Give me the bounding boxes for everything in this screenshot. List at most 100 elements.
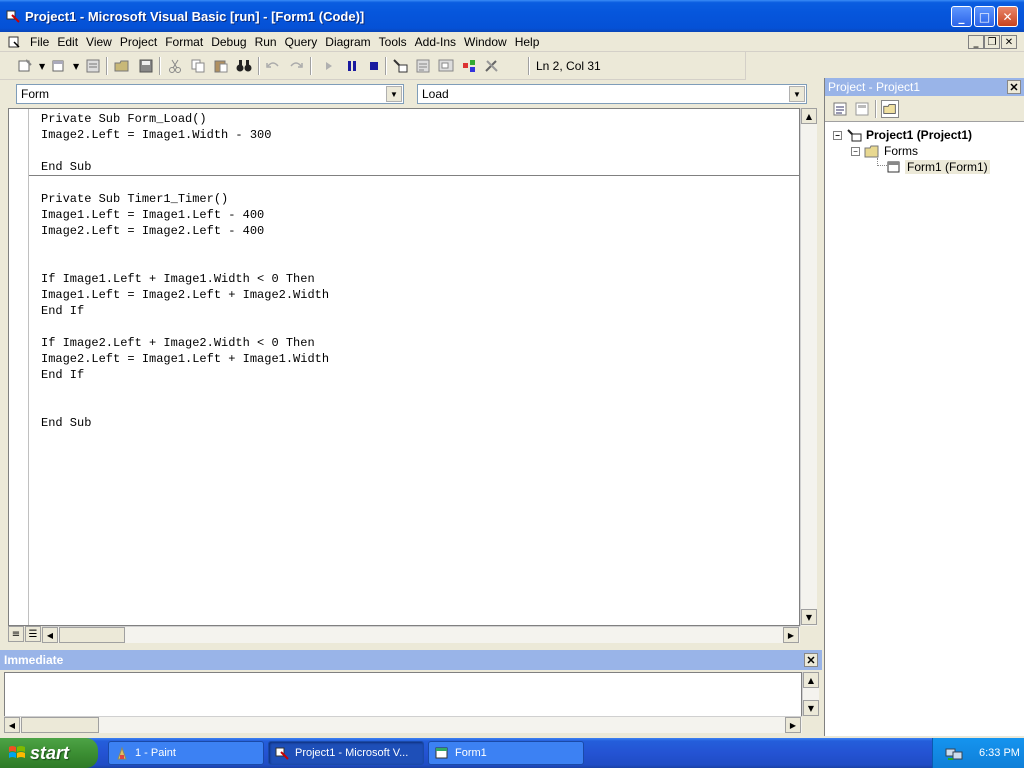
title-bar[interactable]: Project1 - Microsoft Visual Basic [run] … <box>0 0 1024 32</box>
find-binoculars-icon[interactable] <box>235 57 253 75</box>
code-line[interactable]: Image2.Left = Image1.Left + Image1.Width <box>41 351 329 367</box>
start-label: start <box>30 742 70 763</box>
menu-debug[interactable]: Debug <box>207 35 250 49</box>
code-line[interactable]: End If <box>41 367 84 383</box>
properties-window-icon[interactable] <box>414 57 432 75</box>
full-module-view-icon[interactable]: ☰ <box>25 626 41 642</box>
cut-icon[interactable] <box>166 57 184 75</box>
tree-form1-node[interactable]: Form1 (Form1) <box>887 160 990 174</box>
menu-run[interactable]: Run <box>251 35 281 49</box>
menu-help[interactable]: Help <box>511 35 544 49</box>
mdi-minimize-button[interactable]: _ <box>968 35 984 49</box>
copy-icon[interactable] <box>189 57 207 75</box>
open-folder-icon[interactable] <box>113 57 131 75</box>
scroll-left-icon[interactable]: ◀ <box>42 627 58 643</box>
code-line[interactable]: Image2.Left = Image2.Left - 400 <box>41 223 264 239</box>
pause-icon[interactable] <box>343 57 361 75</box>
scroll-right-icon[interactable]: ▶ <box>785 717 801 733</box>
maximize-button[interactable]: □ <box>974 6 995 27</box>
scroll-thumb[interactable] <box>21 717 99 733</box>
code-line[interactable]: Image1.Left = Image1.Left - 400 <box>41 207 264 223</box>
chevron-down-icon[interactable]: ▼ <box>386 86 402 102</box>
tree-connector <box>877 158 887 166</box>
scroll-up-icon[interactable]: ▲ <box>801 108 817 124</box>
scroll-thumb[interactable] <box>59 627 125 643</box>
menu-view[interactable]: View <box>82 35 116 49</box>
taskbar-button-paint[interactable]: 1 - Paint <box>108 741 264 765</box>
menu-editor-icon[interactable] <box>84 57 102 75</box>
tree-project-node[interactable]: − Project1 (Project1) <box>833 128 972 142</box>
chevron-down-icon[interactable]: ▼ <box>789 86 805 102</box>
paste-icon[interactable] <box>212 57 230 75</box>
start-button[interactable]: start <box>0 738 98 768</box>
menu-window[interactable]: Window <box>460 35 511 49</box>
immediate-header[interactable]: Immediate ✕ <box>0 650 822 670</box>
scroll-left-icon[interactable]: ◀ <box>4 717 20 733</box>
code-editor[interactable]: Private Sub Form_Load() Image2.Left = Im… <box>8 108 800 626</box>
save-icon[interactable] <box>137 57 155 75</box>
code-line[interactable]: Private Sub Timer1_Timer() <box>41 191 228 207</box>
scroll-up-icon[interactable]: ▲ <box>803 672 819 688</box>
view-object-icon[interactable] <box>853 100 871 118</box>
menu-file[interactable]: File <box>26 35 53 49</box>
toolbox-icon[interactable] <box>483 57 501 75</box>
menu-add-ins[interactable]: Add-Ins <box>411 35 460 49</box>
code-line[interactable]: End Sub <box>41 415 91 431</box>
minimize-button[interactable]: _ <box>951 6 972 27</box>
menu-format[interactable]: Format <box>161 35 207 49</box>
scroll-down-icon[interactable]: ▼ <box>803 700 819 716</box>
document-menu-icon[interactable] <box>8 36 20 48</box>
toggle-folders-icon[interactable] <box>881 100 899 118</box>
object-combo[interactable]: Form ▼ <box>16 84 404 104</box>
code-line[interactable]: End Sub <box>41 159 91 175</box>
clock[interactable]: 6:33 PM <box>979 747 1020 759</box>
close-icon[interactable]: ✕ <box>1007 80 1021 94</box>
run-start-icon[interactable] <box>320 57 338 75</box>
menu-diagram[interactable]: Diagram <box>321 35 374 49</box>
menu-project[interactable]: Project <box>116 35 161 49</box>
immediate-horizontal-scrollbar[interactable]: ◀ ▶ <box>4 716 802 733</box>
code-line[interactable]: Image1.Left = Image2.Left + Image2.Width <box>41 287 329 303</box>
scroll-down-icon[interactable]: ▼ <box>801 609 817 625</box>
dropdown-arrow-icon[interactable]: ▼ <box>39 62 45 71</box>
taskbar-button-vb[interactable]: Project1 - Microsoft V... <box>268 741 424 765</box>
taskbar-button-form1[interactable]: Form1 <box>428 741 584 765</box>
close-icon[interactable]: ✕ <box>804 653 818 667</box>
project-panel-header[interactable]: Project - Project1 ✕ <box>825 78 1024 96</box>
code-line[interactable]: If Image2.Left + Image2.Width < 0 Then <box>41 335 315 351</box>
collapse-icon[interactable]: − <box>851 146 860 156</box>
menu-tools[interactable]: Tools <box>375 35 411 49</box>
view-code-icon[interactable] <box>831 100 849 118</box>
collapse-icon[interactable]: − <box>833 130 842 140</box>
margin-indicator-bar[interactable] <box>9 109 29 625</box>
project-explorer-icon[interactable] <box>391 57 409 75</box>
code-line[interactable]: End If <box>41 303 84 319</box>
add-project-icon[interactable] <box>16 57 34 75</box>
code-line[interactable]: Image2.Left = Image1.Width - 300 <box>41 127 271 143</box>
network-icon[interactable] <box>945 745 963 761</box>
menu-query[interactable]: Query <box>281 35 322 49</box>
undo-icon[interactable] <box>264 57 282 75</box>
code-line[interactable]: If Image1.Left + Image1.Width < 0 Then <box>41 271 315 287</box>
code-vertical-scrollbar[interactable]: ▲ ▼ <box>800 108 817 626</box>
code-line[interactable]: Private Sub Form_Load() <box>41 111 207 127</box>
immediate-vertical-scrollbar[interactable]: ▲ ▼ <box>802 672 819 716</box>
mdi-close-button[interactable]: ✕ <box>1001 35 1017 49</box>
window-title: Project1 - Microsoft Visual Basic [run] … <box>25 8 365 24</box>
close-button[interactable]: ✕ <box>997 6 1018 27</box>
stop-icon[interactable] <box>365 57 383 75</box>
procedure-view-icon[interactable]: ≡ <box>8 626 24 642</box>
code-horizontal-scrollbar[interactable]: ◀ ▶ <box>42 626 800 643</box>
redo-icon[interactable] <box>287 57 305 75</box>
procedure-combo[interactable]: Load ▼ <box>417 84 807 104</box>
object-browser-icon[interactable] <box>460 57 478 75</box>
menu-edit[interactable]: Edit <box>53 35 82 49</box>
cursor-position-status: Ln 2, Col 31 <box>536 59 601 73</box>
scroll-right-icon[interactable]: ▶ <box>783 627 799 643</box>
add-form-icon[interactable] <box>50 57 68 75</box>
mdi-restore-button[interactable]: ❐ <box>984 35 1000 49</box>
tree-forms-folder[interactable]: − Forms <box>851 144 918 158</box>
dropdown-arrow-icon[interactable]: ▼ <box>73 62 79 71</box>
form-window-icon <box>435 747 448 759</box>
form-layout-icon[interactable] <box>437 57 455 75</box>
